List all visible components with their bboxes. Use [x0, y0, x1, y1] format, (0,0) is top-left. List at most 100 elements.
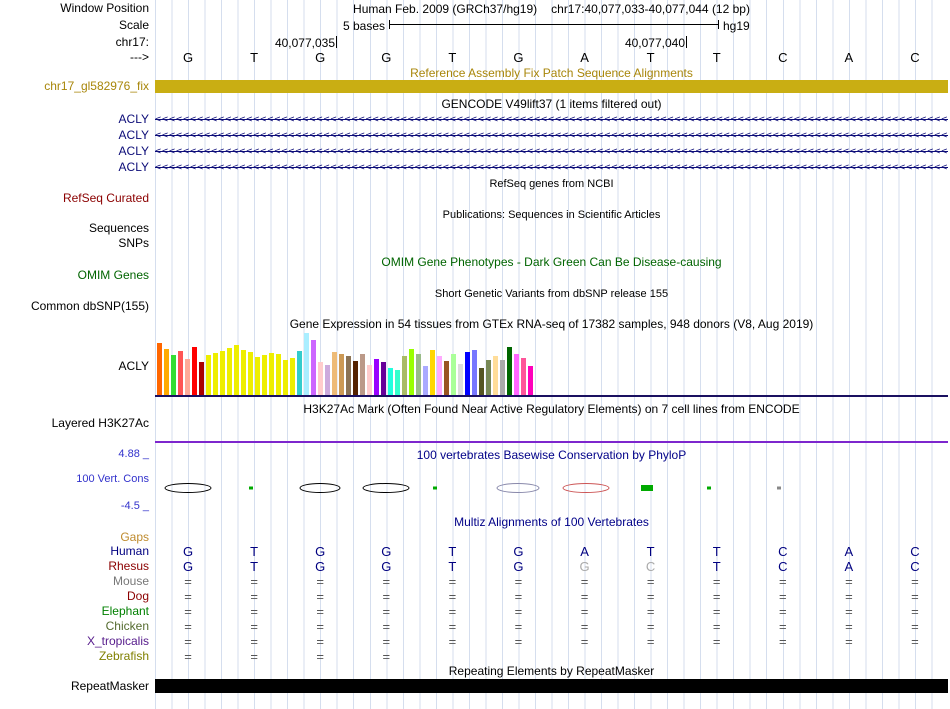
alignment-row[interactable]: GTGGTGGCTCAC: [155, 559, 948, 574]
species-label-mouse[interactable]: Mouse: [113, 575, 149, 588]
gtex-tissue-bar[interactable]: [269, 353, 274, 395]
gencode-transcript[interactable]: <<<<<<<<<<<<<<<<<<<<<<<<<<<<<<<<<<<<<<<<…: [155, 128, 948, 144]
gtex-tissue-bar[interactable]: [325, 365, 330, 395]
gtex-tissue-bar[interactable]: [318, 362, 323, 395]
gtex-tissue-bar[interactable]: [486, 360, 491, 395]
gtex-tissue-bar[interactable]: [528, 366, 533, 395]
repeatmasker-bar[interactable]: [155, 679, 948, 693]
track-label-fix-patch[interactable]: chr17_gl582976_fix: [44, 80, 149, 93]
gtex-tissue-bar[interactable]: [255, 357, 260, 395]
gtex-tissue-bar[interactable]: [374, 359, 379, 395]
base-cell: G: [155, 50, 221, 65]
track-label-phylop[interactable]: 100 Vert. Cons: [76, 473, 149, 486]
gtex-tissue-bar[interactable]: [500, 360, 505, 395]
gtex-tissue-bar[interactable]: [297, 351, 302, 395]
gtex-tissue-bar[interactable]: [395, 370, 400, 395]
gtex-tissue-bar[interactable]: [157, 343, 162, 395]
gtex-tissue-bar[interactable]: [262, 355, 267, 395]
gtex-tissue-bar[interactable]: [507, 347, 512, 395]
gtex-tissue-bar[interactable]: [199, 362, 204, 395]
species-label-dog[interactable]: Dog: [127, 590, 149, 603]
track-label-gtex-gene[interactable]: ACLY: [119, 360, 149, 373]
alignment-row[interactable]: ============: [155, 619, 948, 634]
gtex-tissue-bar[interactable]: [353, 361, 358, 395]
gtex-tissue-bar[interactable]: [234, 345, 239, 395]
alignment-row[interactable]: ============: [155, 589, 948, 604]
gtex-tissue-bar[interactable]: [367, 365, 372, 395]
species-label-chicken[interactable]: Chicken: [106, 620, 149, 633]
gtex-tissue-bar[interactable]: [164, 349, 169, 395]
species-label-x_tropicalis[interactable]: X_tropicalis: [87, 635, 149, 648]
gtex-title: Gene Expression in 54 tissues from GTEx …: [155, 317, 948, 331]
gtex-tissue-bar[interactable]: [451, 354, 456, 395]
gencode-transcript[interactable]: <<<<<<<<<<<<<<<<<<<<<<<<<<<<<<<<<<<<<<<<…: [155, 112, 948, 128]
gtex-tissue-bar[interactable]: [206, 355, 211, 395]
track-label-sequences[interactable]: Sequences: [89, 222, 149, 235]
gtex-tissue-bar[interactable]: [472, 350, 477, 395]
gtex-tissue-bar[interactable]: [339, 354, 344, 395]
gtex-tissue-bar[interactable]: [178, 351, 183, 395]
gtex-tissue-bar[interactable]: [248, 352, 253, 395]
gtex-tissue-bar[interactable]: [444, 361, 449, 395]
gtex-tissue-bar[interactable]: [423, 366, 428, 395]
phylop-wiggle[interactable]: [155, 477, 948, 501]
gtex-tissue-bar[interactable]: [283, 360, 288, 395]
gtex-tissue-bar[interactable]: [465, 352, 470, 395]
species-label-zebrafish[interactable]: Zebrafish: [99, 650, 149, 663]
gtex-tissue-bar[interactable]: [458, 364, 463, 395]
gtex-tissue-bar[interactable]: [402, 356, 407, 395]
gtex-tissue-bar[interactable]: [192, 347, 197, 395]
h3k27ac-signal-line[interactable]: [155, 441, 948, 443]
gtex-tissue-bar[interactable]: [360, 354, 365, 395]
track-label-snps[interactable]: SNPs: [118, 237, 149, 250]
gtex-tissue-bar[interactable]: [479, 368, 484, 395]
gtex-tissue-bar[interactable]: [220, 351, 225, 395]
gencode-gene-label[interactable]: ACLY: [119, 113, 149, 126]
gtex-tissue-bar[interactable]: [171, 355, 176, 395]
assembly-name: Human Feb. 2009 (GRCh37/hg19): [353, 2, 537, 16]
species-label-rhesus[interactable]: Rhesus: [108, 560, 149, 573]
gtex-tissue-bar[interactable]: [493, 356, 498, 395]
base-cell: C: [882, 50, 948, 65]
species-label-elephant[interactable]: Elephant: [102, 605, 149, 618]
gencode-transcript[interactable]: <<<<<<<<<<<<<<<<<<<<<<<<<<<<<<<<<<<<<<<<…: [155, 144, 948, 160]
gtex-tissue-bar[interactable]: [416, 354, 421, 395]
alignment-row[interactable]: ====: [155, 649, 948, 664]
gtex-tissue-bar[interactable]: [430, 350, 435, 395]
gtex-tissue-bar[interactable]: [311, 340, 316, 395]
gencode-gene-label[interactable]: ACLY: [119, 145, 149, 158]
gtex-tissue-bar[interactable]: [241, 350, 246, 395]
gtex-tissue-bar[interactable]: [437, 356, 442, 395]
gtex-tissue-bar[interactable]: [213, 353, 218, 395]
track-label-refseq-curated[interactable]: RefSeq Curated: [63, 192, 149, 205]
gtex-tissue-bar[interactable]: [290, 358, 295, 395]
phylop-mark: [363, 484, 409, 493]
alignment-row[interactable]: ============: [155, 604, 948, 619]
gtex-tissue-bar[interactable]: [381, 362, 386, 395]
gtex-tissue-bar[interactable]: [304, 333, 309, 395]
alignment-row[interactable]: ============: [155, 574, 948, 589]
alignment-row[interactable]: GTGGTGATTCAC: [155, 544, 948, 559]
gencode-gene-label[interactable]: ACLY: [119, 161, 149, 174]
phylop-axis-min: -4.5 _: [121, 500, 149, 513]
gtex-tissue-bar[interactable]: [409, 349, 414, 395]
gencode-transcript[interactable]: <<<<<<<<<<<<<<<<<<<<<<<<<<<<<<<<<<<<<<<<…: [155, 160, 948, 176]
gtex-tissue-bar[interactable]: [346, 356, 351, 395]
gtex-tissue-bar[interactable]: [521, 358, 526, 395]
base-cell: =: [155, 649, 221, 664]
gtex-bar-chart[interactable]: [157, 333, 533, 395]
gtex-tissue-bar[interactable]: [514, 354, 519, 395]
gtex-tissue-bar[interactable]: [227, 348, 232, 395]
track-label-repeatmasker[interactable]: RepeatMasker: [71, 680, 149, 693]
gtex-tissue-bar[interactable]: [276, 354, 281, 395]
gencode-gene-label[interactable]: ACLY: [119, 129, 149, 142]
fix-patch-bar[interactable]: [155, 80, 948, 93]
track-label-dbsnp[interactable]: Common dbSNP(155): [31, 300, 149, 313]
gtex-tissue-bar[interactable]: [388, 368, 393, 395]
alignment-row[interactable]: ============: [155, 634, 948, 649]
species-label-human[interactable]: Human: [110, 545, 149, 558]
track-label-h3k27ac[interactable]: Layered H3K27Ac: [52, 417, 149, 430]
gtex-tissue-bar[interactable]: [332, 352, 337, 395]
track-label-omim[interactable]: OMIM Genes: [78, 269, 149, 282]
gtex-tissue-bar[interactable]: [185, 359, 190, 395]
